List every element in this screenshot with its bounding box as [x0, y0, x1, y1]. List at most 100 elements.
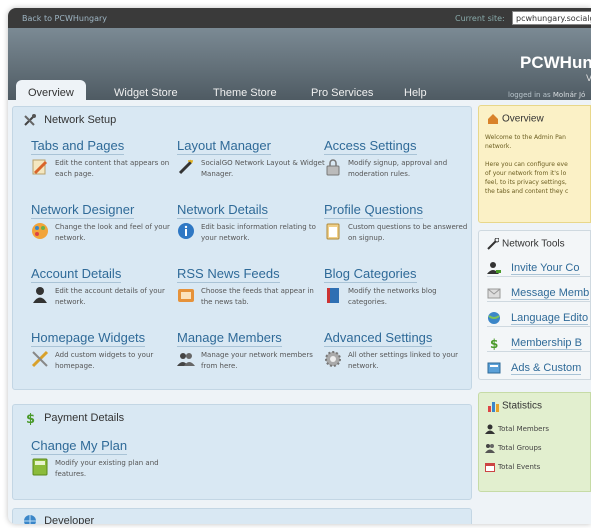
current-site-label: Current site: — [455, 14, 505, 23]
network-tools-heading: Network Tools — [487, 237, 565, 250]
clipboard-icon — [326, 223, 340, 240]
setup-item-title[interactable]: Access Settings — [324, 138, 417, 155]
stat-label: Total Groups — [498, 444, 542, 452]
tool-language[interactable]: Language Edito — [487, 311, 591, 327]
payment-item-title[interactable]: Change My Plan — [31, 438, 128, 455]
tool-membership[interactable]: $ Membership B — [487, 336, 591, 352]
bar-chart-icon — [488, 402, 499, 412]
members-icon — [177, 353, 195, 366]
developer-title: Developer — [44, 515, 95, 524]
setup-item-title[interactable]: Network Details — [177, 202, 269, 219]
setup-item-desc: Choose the feeds that appear in the news… — [201, 287, 314, 306]
setup-item-title[interactable]: Advanced Settings — [324, 330, 433, 347]
payment-title: Payment Details — [44, 412, 125, 424]
globe-icon — [488, 312, 500, 324]
setup-item-title[interactable]: Layout Manager — [177, 138, 271, 155]
setup-item-profile-questions[interactable]: Profile Questions Custom questions to be… — [324, 199, 467, 242]
palette-icon — [32, 223, 48, 239]
overview-text-line: Here you can configure eve — [485, 161, 568, 168]
payment-item-change-plan[interactable]: Change My Plan Modify your existing plan… — [31, 435, 171, 478]
back-link[interactable]: Back to PCWHungary — [22, 14, 107, 23]
setup-item-manage-members[interactable]: Manage Members Manage your network membe… — [177, 327, 317, 370]
statistics-heading: Statistics — [487, 400, 542, 412]
setup-item-homepage-widgets[interactable]: Homepage Widgets Add custom widgets to y… — [31, 327, 171, 370]
envelope-icon — [487, 288, 501, 299]
tab-theme-store[interactable]: Theme Store — [213, 81, 277, 105]
admin-window: Back to PCWHungary Current site: pcwhung… — [8, 8, 591, 524]
setup-item-title[interactable]: Manage Members — [177, 330, 282, 347]
tools-icon — [24, 114, 36, 126]
setup-item-layout-manager[interactable]: Layout Manager SocialGO Network Layout &… — [177, 135, 325, 178]
invite-user-icon — [487, 262, 501, 274]
lock-icon — [326, 159, 340, 176]
setup-item-rss-feeds[interactable]: RSS News Feeds Choose the feeds that app… — [177, 263, 317, 306]
tab-overview[interactable]: Overview — [16, 80, 86, 106]
ad-icon — [487, 362, 501, 374]
developer-panel[interactable]: Developer — [12, 508, 472, 524]
logged-in-user[interactable]: Molnár Jó — [553, 91, 585, 99]
stat-total-members: Total Members — [485, 424, 549, 438]
stat-total-groups: Total Groups — [485, 443, 542, 457]
setup-item-network-details[interactable]: Network Details Edit basic information r… — [177, 199, 317, 242]
tool-label[interactable]: Membership B — [511, 337, 582, 350]
setup-item-access-settings[interactable]: Access Settings Modify signup, approval … — [324, 135, 464, 178]
setup-item-desc: All other settings linked to your networ… — [348, 351, 459, 370]
setup-item-desc: Manage your network members from here. — [201, 351, 313, 370]
book-icon — [327, 288, 339, 303]
overview-text-line: network. — [485, 143, 512, 150]
tool-label[interactable]: Invite Your Co — [511, 262, 580, 275]
setup-item-network-designer[interactable]: Network Designer Change the look and fee… — [31, 199, 171, 242]
top-bar: Back to PCWHungary Current site: pcwhung… — [8, 8, 591, 28]
setup-item-title[interactable]: RSS News Feeds — [177, 266, 280, 283]
logged-in-prefix: logged in as — [508, 91, 551, 99]
network-tools-panel: Network Tools Invite Your Co Message Mem… — [478, 230, 591, 380]
setup-item-desc: Edit the account details of your network… — [55, 287, 165, 306]
setup-item-title[interactable]: Blog Categories — [324, 266, 417, 283]
payment-heading: $ Payment Details — [23, 411, 124, 425]
setup-item-advanced-settings[interactable]: Advanced Settings All other settings lin… — [324, 327, 464, 370]
tool-label[interactable]: Ads & Custom — [511, 362, 582, 375]
overview-text-line: feel, to its privacy settings, — [485, 179, 567, 186]
header: PCWHun V logged in as Molnár Jó Overview… — [8, 28, 591, 106]
payment-details-panel: $ Payment Details Change My Plan Modify … — [12, 404, 472, 500]
current-site-select[interactable]: pcwhungary.socialgo — [512, 11, 591, 25]
setup-item-tabs-pages[interactable]: Tabs and Pages Edit the content that app… — [31, 135, 171, 178]
statistics-panel: Statistics Total Members Total Groups To… — [478, 392, 591, 492]
tool-invite[interactable]: Invite Your Co — [487, 261, 591, 277]
tab-help[interactable]: Help — [404, 81, 427, 105]
setup-item-title[interactable]: Network Designer — [31, 202, 135, 219]
overview-title: Overview — [502, 113, 544, 125]
setup-item-blog-categories[interactable]: Blog Categories Modify the networks blog… — [324, 263, 464, 306]
dollar-icon: $ — [26, 412, 35, 425]
setup-item-title[interactable]: Tabs and Pages — [31, 138, 125, 155]
user-icon — [33, 287, 47, 303]
stat-total-events: Total Events — [485, 462, 540, 476]
network-tools-title: Network Tools — [502, 238, 565, 250]
tool-message[interactable]: Message Memb — [487, 286, 591, 302]
overview-heading: Overview — [487, 113, 544, 125]
dollar-icon: $ — [490, 337, 498, 350]
tab-widget-store[interactable]: Widget Store — [114, 81, 178, 105]
info-icon — [178, 223, 194, 239]
tool-label[interactable]: Language Edito — [511, 312, 589, 325]
member-icon — [485, 424, 495, 434]
setup-item-desc: Modify signup, approval and moderation r… — [348, 159, 448, 178]
overview-text-line: of your network from it's lo — [485, 170, 567, 177]
setup-item-account-details[interactable]: Account Details Edit the account details… — [31, 263, 171, 306]
tab-pro-services[interactable]: Pro Services — [311, 81, 373, 105]
network-setup-title: Network Setup — [44, 114, 117, 126]
network-setup-panel: Network Setup Tabs and Pages Edit the co… — [12, 106, 472, 390]
setup-item-title[interactable]: Homepage Widgets — [31, 330, 146, 347]
setup-item-title[interactable]: Account Details — [31, 266, 122, 283]
tool-label[interactable]: Message Memb — [511, 287, 590, 300]
tools-icon — [31, 350, 49, 368]
setup-item-desc: Edit basic information relating to your … — [201, 223, 316, 242]
group-icon — [485, 444, 495, 453]
setup-item-title[interactable]: Profile Questions — [324, 202, 423, 219]
developer-heading: Developer — [23, 514, 94, 524]
setup-item-desc: Change the look and feel of your network… — [55, 223, 170, 242]
wand-icon — [178, 159, 193, 175]
tool-ads[interactable]: Ads & Custom — [487, 361, 591, 377]
stat-label: Total Events — [498, 463, 541, 471]
network-brand: PCWHun — [520, 53, 591, 72]
